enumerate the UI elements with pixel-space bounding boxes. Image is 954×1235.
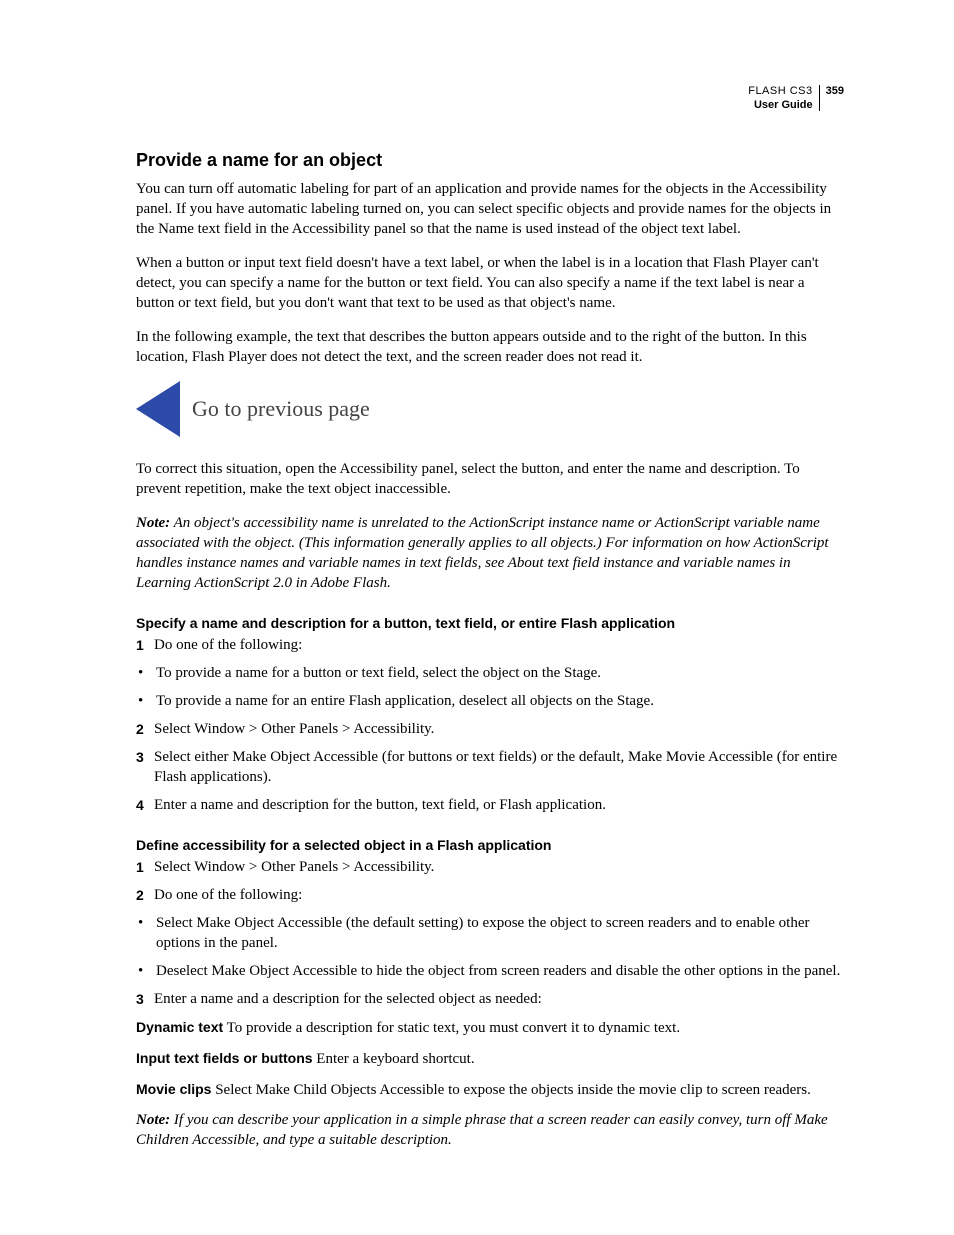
bullet: • To provide a name for a button or text… (136, 663, 844, 683)
definition-text: To provide a description for static text… (223, 1020, 680, 1036)
paragraph: You can turn off automatic labeling for … (136, 179, 844, 239)
bullet-text: To provide a name for a button or text f… (156, 663, 844, 683)
definition-text: Select Make Child Objects Accessible to … (211, 1082, 810, 1098)
definition-term: Movie clips (136, 1081, 211, 1097)
step-number: 4 (136, 795, 154, 815)
note: Note: If you can describe your applicati… (136, 1110, 844, 1150)
page-content: Provide a name for an object You can tur… (136, 150, 844, 1150)
definition-term: Input text fields or buttons (136, 1050, 313, 1066)
bullet: • Deselect Make Object Accessible to hid… (136, 961, 844, 981)
step-number: 1 (136, 635, 154, 655)
illustration: Go to previous page (136, 381, 844, 437)
bullet: • To provide a name for an entire Flash … (136, 691, 844, 711)
note-label: Note: (136, 515, 170, 531)
bullet: • Select Make Object Accessible (the def… (136, 913, 844, 953)
bullet-mark: • (136, 691, 156, 711)
definition: Input text fields or buttons Enter a key… (136, 1048, 844, 1069)
step-number: 2 (136, 719, 154, 739)
note-text: An object's accessibility name is unrela… (136, 515, 829, 591)
paragraph: When a button or input text field doesn'… (136, 253, 844, 313)
step-number: 3 (136, 747, 154, 787)
step: 1 Do one of the following: (136, 635, 844, 655)
illustration-caption: Go to previous page (192, 396, 370, 422)
step-text: Enter a name and a description for the s… (154, 989, 844, 1009)
header-product: FLASH CS3 (748, 84, 812, 98)
step-text: Select either Make Object Accessible (fo… (154, 747, 844, 787)
page: FLASH CS3 User Guide 359 Provide a name … (0, 0, 954, 1235)
bullet-text: Select Make Object Accessible (the defau… (156, 913, 844, 953)
note-text: If you can describe your application in … (136, 1112, 828, 1148)
definition: Dynamic text To provide a description fo… (136, 1017, 844, 1038)
step-text: Do one of the following: (154, 635, 844, 655)
step-number: 1 (136, 857, 154, 877)
note-label: Note: (136, 1112, 170, 1128)
page-header: FLASH CS3 User Guide 359 (748, 84, 844, 112)
bullet-mark: • (136, 961, 156, 981)
subheading: Define accessibility for a selected obje… (136, 837, 844, 853)
bullet-mark: • (136, 663, 156, 683)
bullet-text: Deselect Make Object Accessible to hide … (156, 961, 844, 981)
step-text: Do one of the following: (154, 885, 844, 905)
step-text: Select Window > Other Panels > Accessibi… (154, 857, 844, 877)
step: 2 Do one of the following: (136, 885, 844, 905)
step: 2 Select Window > Other Panels > Accessi… (136, 719, 844, 739)
step-number: 2 (136, 885, 154, 905)
step-text: Enter a name and description for the but… (154, 795, 844, 815)
bullet-text: To provide a name for an entire Flash ap… (156, 691, 844, 711)
header-guide: User Guide (748, 98, 812, 112)
definition: Movie clips Select Make Child Objects Ac… (136, 1079, 844, 1100)
step-text: Select Window > Other Panels > Accessibi… (154, 719, 844, 739)
definition-text: Enter a keyboard shortcut. (313, 1051, 475, 1067)
paragraph: To correct this situation, open the Acce… (136, 459, 844, 499)
definition-term: Dynamic text (136, 1019, 223, 1035)
subheading: Specify a name and description for a but… (136, 615, 844, 631)
paragraph: In the following example, the text that … (136, 327, 844, 367)
step: 3 Select either Make Object Accessible (… (136, 747, 844, 787)
step: 3 Enter a name and a description for the… (136, 989, 844, 1009)
bullet-mark: • (136, 913, 156, 953)
step: 4 Enter a name and description for the b… (136, 795, 844, 815)
step: 1 Select Window > Other Panels > Accessi… (136, 857, 844, 877)
section-title: Provide a name for an object (136, 150, 844, 171)
left-arrow-icon (136, 381, 180, 437)
header-page-number: 359 (820, 84, 844, 98)
step-number: 3 (136, 989, 154, 1009)
note: Note: An object's accessibility name is … (136, 513, 844, 593)
